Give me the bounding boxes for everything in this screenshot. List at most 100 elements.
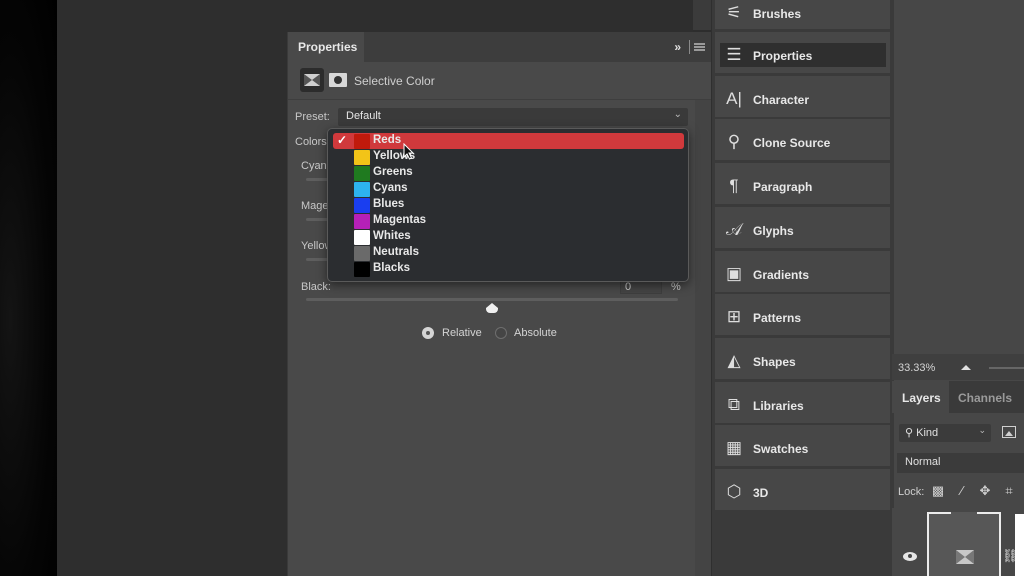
dropdown-item-label: Blacks: [373, 262, 411, 274]
absolute-label: Absolute: [514, 327, 557, 339]
swatch-yellows: [354, 150, 370, 165]
tab-properties[interactable]: Properties: [288, 32, 364, 62]
zoom-level[interactable]: 33.33%: [898, 362, 935, 374]
black-unit: %: [671, 281, 681, 293]
pixel-layer-filter-icon[interactable]: [1002, 426, 1016, 438]
panel-menu-icon[interactable]: [694, 43, 705, 51]
zoom-out-icon[interactable]: [961, 365, 971, 370]
selective-color-layer-icon: [956, 550, 974, 564]
black-slider[interactable]: [306, 298, 678, 301]
colors-dropdown-menu: ✓ Reds Yellows Greens Cyans Blues Magent…: [327, 128, 689, 282]
swatch-neutrals: [354, 246, 370, 261]
document-canvas-edge: [0, 0, 57, 576]
layers-tabbar: Layers Channels: [892, 381, 1024, 413]
collapsed-panels-dock: ⚟ Brushes ☰ Properties A| Character ⚲ Clone Sou…: [711, 0, 892, 576]
swatch-whites: [354, 230, 370, 245]
black-slider-thumb[interactable]: [486, 303, 498, 313]
patterns-icon: ⊞: [726, 307, 742, 327]
lock-position-icon[interactable]: ✥: [978, 484, 992, 498]
clone-source-icon: ⚲: [727, 132, 741, 152]
dock-item-brushes[interactable]: ⚟ Brushes: [715, 0, 890, 30]
blend-mode-select[interactable]: Normal: [897, 453, 1024, 473]
dropdown-item-cyans[interactable]: Cyans: [333, 181, 684, 197]
swatch-greens: [354, 166, 370, 181]
zoom-slider[interactable]: [989, 367, 1024, 369]
properties-scrollbar[interactable]: [695, 100, 711, 576]
dropdown-item-label: Magentas: [373, 214, 427, 226]
adjustment-header: Selective Color: [288, 62, 711, 100]
glyphs-icon: 𝒜: [725, 219, 743, 239]
paragraph-icon: ¶: [729, 176, 739, 196]
dock-item-gradients[interactable]: ▣ Gradients: [715, 250, 890, 293]
filter-kind-value: Kind: [916, 427, 939, 439]
dock-item-label: Gradients: [753, 267, 810, 282]
lock-artboard-icon[interactable]: ⌗: [1002, 484, 1016, 498]
dock-item-label: Shapes: [753, 354, 796, 369]
dropdown-item-yellows[interactable]: Yellows: [333, 149, 684, 165]
tab-layers[interactable]: Layers: [892, 381, 949, 413]
swatches-icon: ▦: [725, 438, 743, 458]
dock-item-label: Libraries: [753, 398, 804, 413]
dock-item-3d[interactable]: ⬡ 3D: [715, 469, 890, 511]
dropdown-item-label: Whites: [373, 230, 411, 242]
dock-item-label: Brushes: [753, 7, 802, 21]
collapse-panel-button[interactable]: »: [674, 40, 681, 54]
dock-item-libraries[interactable]: ⧉ Libraries: [715, 381, 890, 424]
dropdown-item-whites[interactable]: Whites: [333, 229, 684, 245]
dropdown-item-reds[interactable]: ✓ Reds: [333, 133, 684, 149]
dock-item-paragraph[interactable]: ¶ Paragraph: [715, 163, 890, 206]
relative-radio[interactable]: [422, 327, 434, 339]
preset-select[interactable]: Default ⌄: [338, 108, 688, 126]
dock-item-properties[interactable]: ☰ Properties: [715, 32, 890, 74]
dock-item-patterns[interactable]: ⊞ Patterns: [715, 294, 890, 337]
lock-image-pixels-icon[interactable]: ⁄: [955, 484, 969, 498]
dock-item-character[interactable]: A| Character: [715, 75, 890, 118]
dock-item-clone-source[interactable]: ⚲ Clone Source: [715, 119, 890, 162]
libraries-icon: ⧉: [727, 394, 741, 414]
dropdown-item-label: Cyans: [373, 182, 408, 194]
colors-label: Colors: [295, 136, 327, 148]
absolute-radio[interactable]: [495, 327, 507, 339]
gradients-icon: ▣: [725, 263, 743, 283]
swatch-blacks: [354, 262, 370, 277]
cyan-label: Cyan: [301, 160, 327, 172]
visibility-eye-icon[interactable]: [903, 552, 917, 561]
adjustment-title: Selective Color: [354, 74, 435, 88]
lock-label: Lock:: [898, 486, 925, 498]
dropdown-item-label: Reds: [373, 134, 402, 146]
dropdown-item-label: Neutrals: [373, 246, 420, 258]
preset-label: Preset:: [295, 111, 330, 123]
navigator-zoom-bar: 33.33%: [892, 354, 1024, 380]
dropdown-item-magentas[interactable]: Magentas: [333, 213, 684, 229]
search-icon: ⚲: [905, 427, 917, 439]
layer-mask-thumbnail[interactable]: [1015, 514, 1024, 576]
dock-item-swatches[interactable]: ▦ Swatches: [715, 425, 890, 468]
preset-value: Default: [346, 110, 381, 122]
dock-item-label: 3D: [753, 486, 769, 500]
dropdown-item-neutrals[interactable]: Neutrals: [333, 245, 684, 261]
magenta-label: Mage: [301, 200, 329, 212]
properties-panel: Properties » Selective Color Preset: Def…: [287, 32, 711, 576]
dropdown-item-blues[interactable]: Blues: [333, 197, 684, 213]
selective-color-adjustment-icon[interactable]: [300, 68, 324, 92]
properties-tabbar: Properties »: [288, 32, 711, 62]
dock-item-label: Swatches: [753, 442, 809, 457]
layer-filter-select[interactable]: ⚲ Kind ⌄: [899, 424, 991, 442]
lock-transparent-pixels-icon[interactable]: ▩: [931, 484, 945, 498]
chevron-down-icon: ⌄: [978, 425, 986, 435]
tab-channels[interactable]: Channels: [958, 381, 1012, 413]
swatch-magentas: [354, 214, 370, 229]
layer-mask-icon[interactable]: [329, 73, 347, 87]
dropdown-item-greens[interactable]: Greens: [333, 165, 684, 181]
swatch-cyans: [354, 182, 370, 197]
dock-item-label: Patterns: [753, 311, 802, 326]
layer-thumbnail[interactable]: [927, 512, 1001, 576]
dock-item-label: Properties: [753, 49, 813, 63]
brushes-icon: ⚟: [726, 3, 742, 22]
dock-item-label: Clone Source: [753, 136, 831, 151]
dock-item-shapes[interactable]: ◭ Shapes: [715, 337, 890, 380]
dock-item-glyphs[interactable]: 𝒜 Glyphs: [715, 206, 890, 249]
swatch-blues: [354, 198, 370, 213]
dropdown-item-blacks[interactable]: Blacks: [333, 261, 684, 277]
black-value-input[interactable]: 0: [620, 280, 662, 294]
